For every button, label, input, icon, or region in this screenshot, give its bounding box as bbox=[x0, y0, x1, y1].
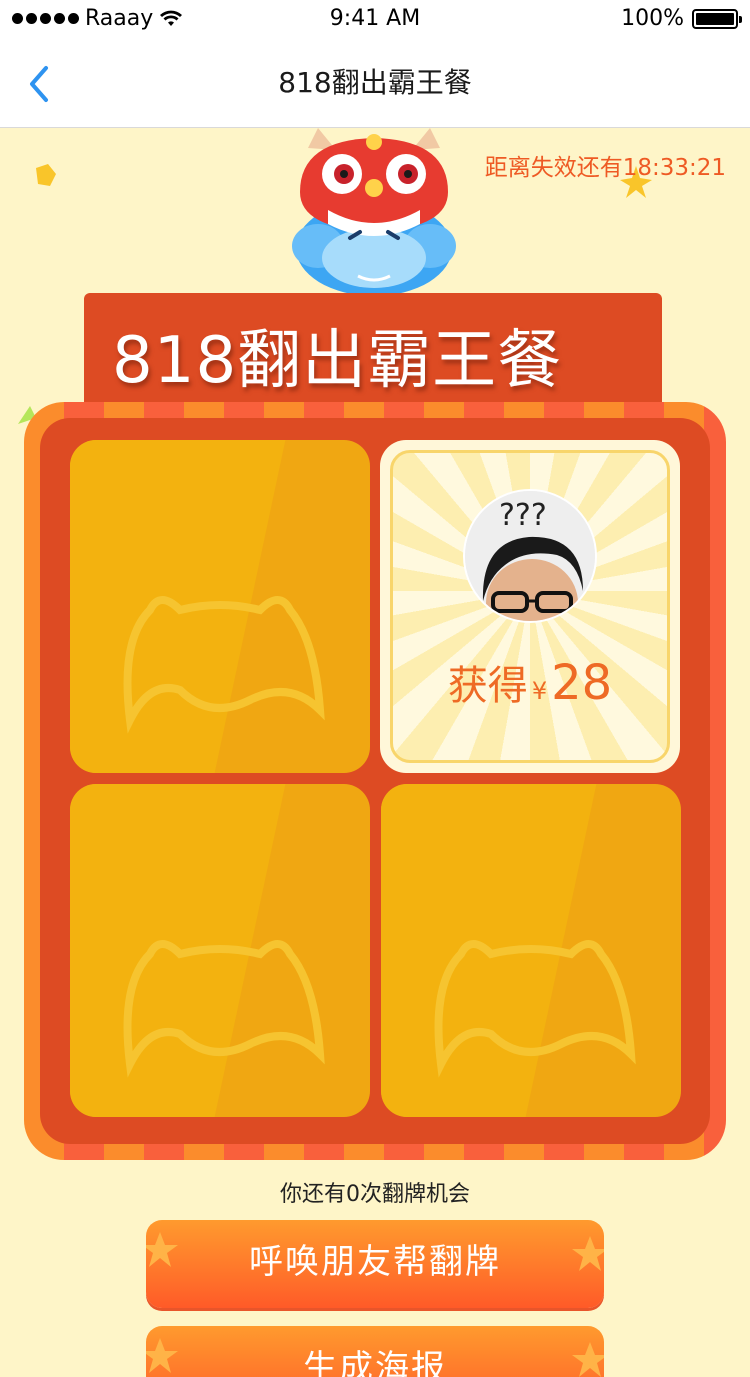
prize-value: 28 bbox=[551, 655, 613, 711]
bear-watermark-icon bbox=[434, 940, 636, 1078]
prize-amount: 获得 ¥28 bbox=[393, 653, 667, 711]
flip-card-top-left[interactable] bbox=[70, 440, 370, 773]
battery-percent: 100% bbox=[621, 6, 684, 31]
call-friends-label: 呼唤朋友帮翻牌 bbox=[249, 1242, 501, 1282]
flip-card-board: ??? 获得 ¥28 bbox=[24, 402, 726, 1160]
flip-card-bottom-left[interactable] bbox=[70, 784, 370, 1117]
star-icon bbox=[146, 1338, 178, 1373]
revealed-prize-card: ??? 获得 ¥28 bbox=[380, 440, 680, 773]
battery-icon bbox=[692, 8, 742, 29]
battery-status: 100% bbox=[621, 6, 742, 31]
star-icon bbox=[572, 1236, 604, 1271]
back-arrow-icon[interactable] bbox=[18, 60, 66, 108]
generate-poster-label: 生成海报 bbox=[303, 1348, 447, 1377]
call-friends-button[interactable]: 呼唤朋友帮翻牌 bbox=[146, 1220, 604, 1308]
currency-symbol: ¥ bbox=[531, 677, 548, 705]
star-icon bbox=[146, 1232, 178, 1267]
nav-title: 818翻出霸王餐 bbox=[278, 66, 472, 99]
star-icon bbox=[572, 1342, 604, 1377]
remaining-chances-text: 你还有0次翻牌机会 bbox=[280, 1182, 470, 1207]
friend-avatar: ??? bbox=[463, 489, 597, 623]
title-banner: 818翻出霸王餐 bbox=[84, 293, 662, 413]
svg-text:???: ??? bbox=[499, 498, 547, 533]
generate-poster-button[interactable]: 生成海报 bbox=[146, 1326, 604, 1377]
bear-watermark-icon bbox=[123, 596, 325, 734]
banner-title: 818翻出霸王餐 bbox=[112, 324, 563, 398]
countdown-timer: 距离失效还有18:33:21 bbox=[484, 155, 726, 181]
flip-card-bottom-right[interactable] bbox=[381, 784, 681, 1117]
board-inner: ??? 获得 ¥28 bbox=[40, 418, 710, 1144]
bear-watermark-icon bbox=[123, 940, 325, 1078]
prize-label: 获得 bbox=[447, 663, 528, 709]
navigation-bar: 818翻出霸王餐 bbox=[0, 40, 750, 128]
activity-content: 距离失效还有18:33:21 818翻出霸王餐 ??? 获得 ¥28 你还有0次… bbox=[0, 128, 750, 1377]
lion-dance-mascot bbox=[292, 128, 456, 296]
status-bar: Raaay 9:41 AM 100% bbox=[0, 0, 750, 40]
